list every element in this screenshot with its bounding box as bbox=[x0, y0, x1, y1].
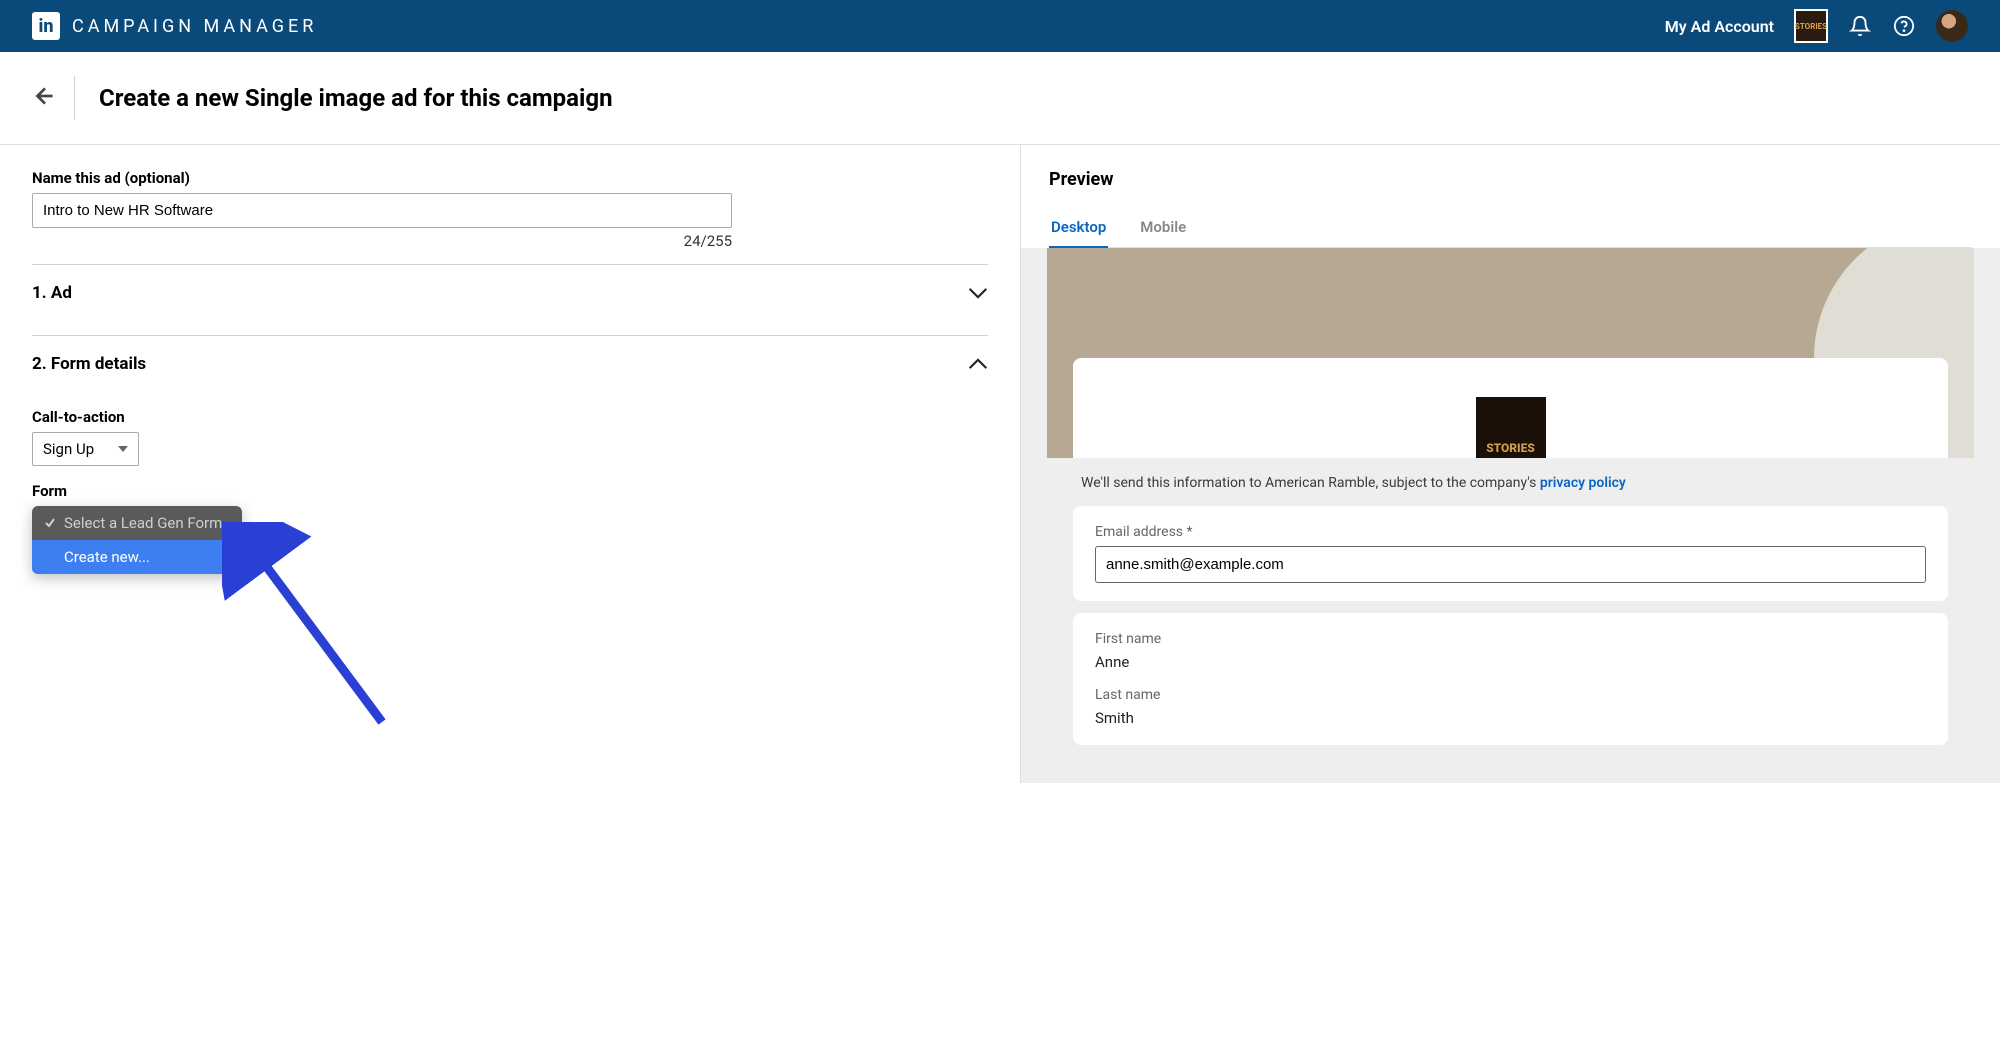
name-card: First name Anne Last name Smith bbox=[1073, 613, 1948, 745]
tab-mobile[interactable]: Mobile bbox=[1138, 208, 1188, 247]
company-logo: STORIES bbox=[1473, 394, 1549, 458]
ad-name-input[interactable] bbox=[32, 193, 732, 228]
account-name[interactable]: My Ad Account bbox=[1665, 17, 1774, 36]
cta-value: Sign Up bbox=[43, 440, 94, 458]
bell-icon[interactable] bbox=[1848, 14, 1872, 38]
privacy-disclosure: We'll send this information to American … bbox=[1047, 458, 1974, 506]
top-navbar: in CAMPAIGN MANAGER My Ad Account STORIE… bbox=[0, 0, 2000, 52]
first-name-label: First name bbox=[1095, 631, 1926, 647]
dropdown-option-create-new[interactable]: Create new... bbox=[32, 540, 242, 574]
accordion-form-title: 2. Form details bbox=[32, 354, 146, 374]
form-select-label: Form bbox=[32, 482, 988, 500]
caret-down-icon bbox=[118, 446, 128, 452]
form-dropdown[interactable]: Select a Lead Gen Form Create new... bbox=[32, 506, 242, 574]
preview-canvas: STORIES We'll send this information to A… bbox=[1047, 248, 1974, 745]
dropdown-option-placeholder[interactable]: Select a Lead Gen Form bbox=[32, 506, 242, 540]
preview-heading: Preview bbox=[1049, 169, 1972, 190]
preview-panel: Preview Desktop Mobile STORIES We'll sen… bbox=[1020, 145, 2000, 783]
linkedin-logo[interactable]: in bbox=[32, 12, 60, 40]
form-panel: Name this ad (optional) 24/255 1. Ad 2. … bbox=[0, 145, 1020, 783]
last-name-value: Smith bbox=[1095, 709, 1926, 727]
divider bbox=[74, 76, 75, 120]
email-label: Email address * bbox=[1095, 524, 1926, 540]
account-logo-thumb[interactable]: STORIES bbox=[1794, 9, 1828, 43]
back-arrow-icon[interactable] bbox=[32, 79, 74, 117]
accordion-ad[interactable]: 1. Ad bbox=[32, 264, 988, 321]
ad-name-label: Name this ad (optional) bbox=[32, 169, 988, 187]
accordion-form-details[interactable]: 2. Form details bbox=[32, 335, 988, 392]
page-title: Create a new Single image ad for this ca… bbox=[99, 84, 613, 112]
check-icon bbox=[44, 517, 56, 529]
brand-title: CAMPAIGN MANAGER bbox=[72, 16, 317, 37]
tab-desktop[interactable]: Desktop bbox=[1049, 208, 1108, 248]
privacy-policy-link[interactable]: privacy policy bbox=[1540, 475, 1626, 491]
help-icon[interactable] bbox=[1892, 14, 1916, 38]
annotation-arrow bbox=[222, 522, 402, 742]
user-avatar[interactable] bbox=[1936, 10, 1968, 42]
first-name-value: Anne bbox=[1095, 653, 1926, 671]
char-counter: 24/255 bbox=[32, 232, 732, 250]
chevron-up-icon bbox=[968, 358, 988, 370]
chevron-down-icon bbox=[968, 287, 988, 299]
accordion-ad-title: 1. Ad bbox=[32, 283, 72, 303]
last-name-label: Last name bbox=[1095, 687, 1926, 703]
email-card: Email address * bbox=[1073, 506, 1948, 601]
preview-tabs: Desktop Mobile bbox=[1049, 208, 1972, 248]
page-header: Create a new Single image ad for this ca… bbox=[0, 52, 2000, 145]
preview-banner: STORIES bbox=[1047, 248, 1974, 458]
cta-label: Call-to-action bbox=[32, 408, 988, 426]
email-input[interactable] bbox=[1095, 546, 1926, 583]
cta-select[interactable]: Sign Up bbox=[32, 432, 139, 466]
